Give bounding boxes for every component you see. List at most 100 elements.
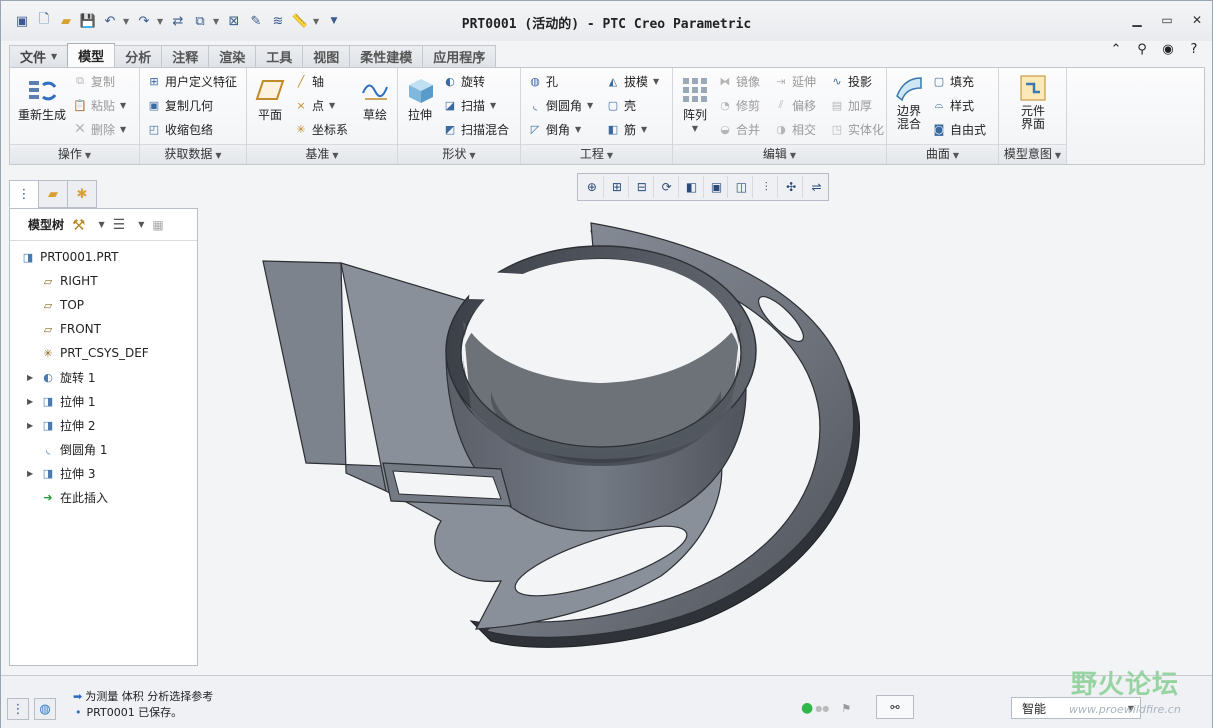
regenerate-button[interactable]: 重新生成 xyxy=(14,74,70,122)
redo-icon[interactable]: ↷ xyxy=(135,12,153,30)
copy-button[interactable]: ⧉ 复制 xyxy=(72,72,115,90)
filter-icon[interactable]: ▦ xyxy=(152,218,163,232)
axis-button[interactable]: ╱ 轴 xyxy=(293,72,324,90)
close-icon[interactable]: ⊠ xyxy=(225,12,243,30)
tree-item-insert-here[interactable]: ➜ 在此插入 xyxy=(40,487,108,507)
tab-tools[interactable]: 工具 xyxy=(255,45,304,67)
shrinkwrap-button[interactable]: ◰ 收缩包络 xyxy=(146,120,213,138)
minimize-icon[interactable]: ▁ xyxy=(1128,11,1146,29)
windows-dropdown[interactable]: ▼ xyxy=(213,17,221,26)
point-button[interactable]: × 点 ▼ xyxy=(293,96,335,114)
tab-flexible-modeling[interactable]: 柔性建模 xyxy=(349,45,424,67)
freestyle-button[interactable]: ◙ 自由式 xyxy=(931,120,986,138)
zoom-out-icon[interactable]: ⊟ xyxy=(631,176,654,198)
tab-model[interactable]: 模型 xyxy=(67,43,116,67)
zoom-in-icon[interactable]: ⊞ xyxy=(606,176,629,198)
rib-button[interactable]: ◧ 筋 ▼ xyxy=(605,120,647,138)
customize-icon[interactable]: ▼ xyxy=(325,12,343,30)
trim-button[interactable]: ◔ 修剪 xyxy=(717,96,760,114)
annotation-display-icon[interactable]: ✣ xyxy=(780,176,804,198)
solidify-button[interactable]: ◳ 实体化 xyxy=(829,120,884,138)
regenerate-icon[interactable]: ⇄ xyxy=(169,12,187,30)
edit-icon[interactable]: ✎ xyxy=(247,12,265,30)
undo-dropdown[interactable]: ▼ xyxy=(123,17,131,26)
tree-root[interactable]: ◨ PRT0001.PRT xyxy=(20,247,119,267)
boundary-blend-button[interactable]: 边界混合 xyxy=(891,72,927,131)
community-icon[interactable]: ◉ xyxy=(1160,41,1176,57)
offset-button[interactable]: ⫽ 偏移 xyxy=(773,96,816,114)
pattern-button[interactable]: 阵列 ▼ xyxy=(677,74,713,135)
datum-display-icon[interactable]: ⫶ xyxy=(755,176,779,198)
plane-button[interactable]: 平面 xyxy=(251,74,289,122)
find-button[interactable]: ⚯ xyxy=(876,695,914,719)
browser-icon[interactable]: ◍ xyxy=(34,698,56,720)
saved-orientations-icon[interactable]: ▣ xyxy=(706,176,729,198)
spin-center-icon[interactable]: ⇌ xyxy=(805,176,828,198)
mirror-button[interactable]: ⧓ 镜像 xyxy=(717,72,761,90)
tree-item-front[interactable]: ▱ FRONT xyxy=(40,319,101,339)
show-icon[interactable]: ☰ xyxy=(113,217,126,233)
windows-icon[interactable]: ⧉ xyxy=(191,12,209,30)
tree-item-right[interactable]: ▱ RIGHT xyxy=(40,271,98,291)
tab-render[interactable]: 渲染 xyxy=(208,45,257,67)
expand-icon[interactable]: ▶ xyxy=(27,373,33,382)
regeneration-status[interactable]: ● ●● ⚑ xyxy=(801,700,851,716)
maximize-icon[interactable]: ▭ xyxy=(1158,11,1176,29)
round-button[interactable]: ◟ 倒圆角 ▼ xyxy=(527,96,593,114)
group-label[interactable]: 工程 ▼ xyxy=(521,144,672,164)
hole-button[interactable]: ◍ 孔 xyxy=(527,72,558,90)
group-label[interactable]: 曲面 ▼ xyxy=(887,144,998,164)
expand-icon[interactable]: ▶ xyxy=(27,469,33,478)
new-icon[interactable]: 🗋 xyxy=(35,12,53,30)
tab-analysis[interactable]: 分析 xyxy=(114,45,163,67)
style-button[interactable]: ⌓ 样式 xyxy=(931,96,974,114)
folder-browser-tab-icon[interactable]: ▰ xyxy=(38,180,68,208)
tab-file[interactable]: 文件 ▼ xyxy=(9,45,69,67)
tree-item-round[interactable]: ◟ 倒圆角 1 xyxy=(40,439,108,459)
ruler-dropdown[interactable]: ▼ xyxy=(313,17,321,26)
save-icon[interactable]: 💾 xyxy=(79,12,97,30)
shell-button[interactable]: ▢ 壳 xyxy=(605,96,636,114)
refit-icon[interactable]: ⊕ xyxy=(581,176,604,198)
tab-annotate[interactable]: 注释 xyxy=(161,45,210,67)
tree-item-revolve[interactable]: ▶ ◐ 旋转 1 xyxy=(27,367,95,387)
paste-button[interactable]: 📋 粘贴 ▼ xyxy=(72,96,126,114)
group-label[interactable]: 获取数据 ▼ xyxy=(140,144,246,164)
ruler-icon[interactable]: 📏 xyxy=(291,12,309,30)
group-label[interactable]: 模型意图 ▼ xyxy=(999,144,1066,164)
group-label[interactable]: 形状 ▼ xyxy=(398,144,520,164)
settings-icon[interactable]: ⚒ xyxy=(72,216,85,234)
repaint-icon[interactable]: ⟳ xyxy=(656,176,679,198)
udf-button[interactable]: ⊞ 用户定义特征 xyxy=(146,72,237,90)
thicken-button[interactable]: ▤ 加厚 xyxy=(829,96,872,114)
component-interface-button[interactable]: 元件界面 xyxy=(1015,72,1051,131)
toggle-navigator-icon[interactable]: ⋮ xyxy=(7,698,29,720)
tab-view[interactable]: 视图 xyxy=(302,45,351,67)
chevron-down-icon[interactable]: ▼ xyxy=(138,220,144,229)
close-window-icon[interactable]: ✕ xyxy=(1188,11,1206,29)
group-label[interactable]: 基准 ▼ xyxy=(247,144,397,164)
help-icon[interactable]: ? xyxy=(1186,41,1202,57)
chevron-down-icon[interactable]: ▼ xyxy=(98,220,104,229)
copy-geometry-button[interactable]: ▣ 复制几何 xyxy=(146,96,213,114)
layers-icon[interactable]: ≋ xyxy=(269,12,287,30)
extend-button[interactable]: ⇥ 延伸 xyxy=(773,72,816,90)
merge-button[interactable]: ◒ 合并 xyxy=(717,120,760,138)
tree-item-extrude-1[interactable]: ▶ ◨ 拉伸 1 xyxy=(27,391,95,411)
display-style-icon[interactable]: ◧ xyxy=(681,176,704,198)
view-manager-icon[interactable]: ◫ xyxy=(730,176,754,198)
swept-blend-button[interactable]: ◩ 扫描混合 xyxy=(442,120,509,138)
intersect-button[interactable]: ◑ 相交 xyxy=(773,120,816,138)
csys-button[interactable]: ✳ 坐标系 xyxy=(293,120,348,138)
sketch-button[interactable]: 草绘 xyxy=(359,74,391,122)
chamfer-button[interactable]: ◸ 倒角 ▼ xyxy=(527,120,581,138)
tab-applications[interactable]: 应用程序 xyxy=(422,45,497,67)
expand-icon[interactable]: ▶ xyxy=(27,397,33,406)
tree-item-extrude-2[interactable]: ▶ ◨ 拉伸 2 xyxy=(27,415,95,435)
graphics-window[interactable] xyxy=(201,201,1206,671)
tree-item-top[interactable]: ▱ TOP xyxy=(40,295,84,315)
draft-button[interactable]: ◭ 拔模 ▼ xyxy=(605,72,659,90)
project-button[interactable]: ∿ 投影 xyxy=(829,72,872,90)
tree-item-csys[interactable]: ✳ PRT_CSYS_DEF xyxy=(40,343,148,363)
open-icon[interactable]: ▰ xyxy=(57,12,75,30)
